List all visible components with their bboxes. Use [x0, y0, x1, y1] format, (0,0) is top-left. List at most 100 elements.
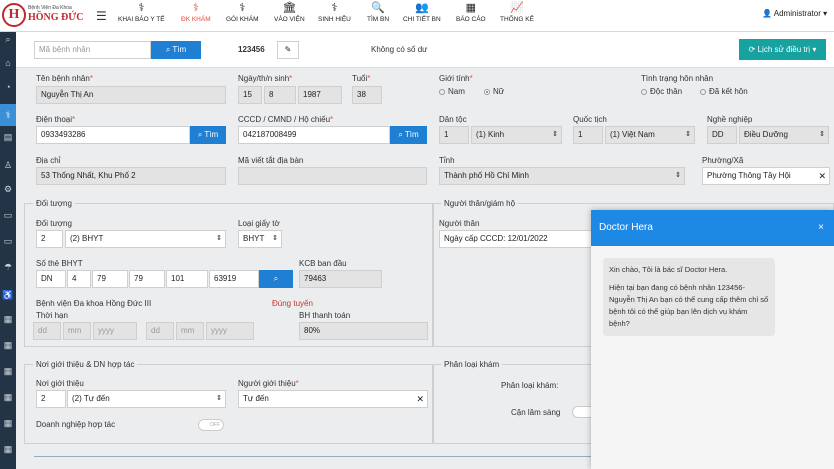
- list-icon[interactable]: ▤: [0, 132, 16, 143]
- calendar-icon[interactable]: ▦: [0, 444, 16, 455]
- calendar-icon[interactable]: ▦: [0, 366, 16, 377]
- dob-year-field[interactable]: 1987: [298, 86, 342, 104]
- card-part-4-field[interactable]: 79: [129, 270, 165, 288]
- nav-thong-ke[interactable]: 📈 THỐNG KÊ: [500, 2, 534, 30]
- card-part-3-field[interactable]: 79: [92, 270, 128, 288]
- nationality-code-field[interactable]: 1: [573, 126, 603, 144]
- province-select[interactable]: Thành phố Hồ Chí Minh ⇕: [439, 167, 685, 185]
- phone-search-button[interactable]: ⌕ Tìm: [190, 126, 226, 144]
- search-icon[interactable]: ⌕: [0, 34, 16, 45]
- valid-to-month-field[interactable]: mm: [176, 322, 204, 340]
- relative-field[interactable]: Ngày cấp CCCD: 12/01/2022: [439, 230, 599, 248]
- marital-married-radio[interactable]: Đã kết hôn: [700, 87, 748, 96]
- valid-to-day-field[interactable]: dd: [146, 322, 174, 340]
- route-status: Đúng tuyến: [272, 299, 313, 308]
- chevron-down-icon: ⇕: [685, 131, 691, 138]
- classify-section: [433, 364, 603, 444]
- calendar-icon[interactable]: ▦: [0, 418, 16, 429]
- gender-female-radio[interactable]: Nữ: [484, 87, 504, 96]
- card-icon[interactable]: ▭: [0, 236, 16, 247]
- home-icon[interactable]: ⌂: [0, 58, 16, 68]
- card-icon[interactable]: ▭: [0, 210, 16, 221]
- radio-icon: [641, 88, 647, 95]
- id-label: CCCD / CMND / Hộ chiếu*: [238, 115, 334, 124]
- calendar-icon[interactable]: ▦: [0, 314, 16, 325]
- chat-message: Hiện tại bạn đang có bệnh nhân 123456-Ng…: [609, 283, 769, 328]
- kcb-field[interactable]: 79463: [299, 270, 382, 288]
- doc-type-select[interactable]: BHYT ⇕: [238, 230, 282, 248]
- nationality-select[interactable]: (1) Việt Nam ⇕: [605, 126, 695, 144]
- card-search-button[interactable]: ⌕: [259, 270, 293, 288]
- menu-icon[interactable]: ☰: [96, 9, 107, 23]
- ward-field[interactable]: Phường Thông Tây Hội ✕: [702, 167, 830, 185]
- patient-name-field[interactable]: Nguyễn Thị An: [36, 86, 226, 104]
- user-menu[interactable]: 👤 Administrator ▾: [762, 9, 827, 18]
- validity-label: Thời hạn: [36, 311, 68, 320]
- nav-vao-vien[interactable]: 🏛 VÀO VIỆN: [274, 2, 305, 30]
- pay-rate-field[interactable]: 80%: [299, 322, 428, 340]
- age-field[interactable]: 38: [352, 86, 382, 104]
- patient-code-search-input[interactable]: Mã bệnh nhân: [34, 41, 151, 59]
- stethoscope-icon: ⚕: [138, 2, 145, 14]
- object-type-select[interactable]: (2) BHYT ⇕: [65, 230, 226, 248]
- patient-search-button[interactable]: ⌕ Tìm: [151, 41, 201, 59]
- card-part-1-field[interactable]: DN: [36, 270, 66, 288]
- id-search-button[interactable]: ⌕ Tìm: [390, 126, 427, 144]
- card-part-5-field[interactable]: 101: [166, 270, 208, 288]
- ethnic-select[interactable]: (1) Kinh ⇕: [471, 126, 562, 144]
- dob-month-field[interactable]: 8: [264, 86, 296, 104]
- user-icon: 👤: [762, 9, 772, 18]
- calendar-icon[interactable]: ▦: [0, 392, 16, 403]
- calendar-icon[interactable]: ▦: [0, 340, 16, 351]
- sidebar-item-register[interactable]: ⚕: [0, 104, 16, 126]
- referral-source-select[interactable]: (2) Tự đến ⇕: [67, 390, 226, 408]
- job-code-field[interactable]: DD: [707, 126, 737, 144]
- card-part-2-field[interactable]: 4: [67, 270, 91, 288]
- edit-icon[interactable]: ✎: [277, 41, 299, 59]
- treatment-history-button[interactable]: ⟳ Lịch sử điều trị ▾: [739, 39, 826, 60]
- close-icon[interactable]: ×: [818, 210, 824, 246]
- nav-chi-tiet-bn[interactable]: 👥 CHI TIẾT BN: [403, 2, 441, 30]
- dashboard-icon[interactable]: ◔: [0, 82, 16, 92]
- card-part-6-field[interactable]: 63919: [209, 270, 259, 288]
- referral-source-label: Nơi giới thiệu: [36, 379, 84, 388]
- marital-single-radio[interactable]: Độc thân: [641, 87, 682, 96]
- address-field[interactable]: 53 Thống Nhất, Khu Phố 2: [36, 167, 226, 185]
- id-number-field[interactable]: 042187008499: [238, 126, 390, 144]
- stethoscope-icon: ⚕: [192, 2, 199, 14]
- valid-from-day-field[interactable]: dd: [33, 322, 61, 340]
- valid-from-year-field[interactable]: yyyy: [93, 322, 137, 340]
- area-code-field[interactable]: [238, 167, 427, 185]
- search-icon: ⌕: [197, 130, 203, 139]
- nav-sinh-hieu[interactable]: ⚕ SINH HIỆU: [318, 2, 351, 30]
- gender-male-radio[interactable]: Nam: [439, 87, 465, 96]
- valid-from-month-field[interactable]: mm: [63, 322, 91, 340]
- nav-khai-bao-y-te[interactable]: ⚕ KHAI BÁO Y TẾ: [118, 2, 165, 30]
- nav-goi-kham[interactable]: ⚕ GÓI KHÁM: [226, 2, 259, 30]
- referrer-label: Người giới thiệu*: [238, 379, 299, 388]
- province-label: Tỉnh: [439, 156, 455, 165]
- settings-icon[interactable]: ⚙: [0, 184, 16, 195]
- referral-code-field[interactable]: 2: [36, 390, 66, 408]
- valid-to-year-field[interactable]: yyyy: [206, 322, 254, 340]
- nav-tim-bn[interactable]: 🔍 TÌM BN: [367, 2, 389, 30]
- doctor-icon[interactable]: ♙: [0, 160, 16, 171]
- radio-icon: [700, 88, 706, 95]
- job-select[interactable]: Điều Dưỡng ⇕: [739, 126, 829, 144]
- search-icon: ⌕: [273, 274, 279, 283]
- nav-dk-kham[interactable]: ⚕ ĐK KHÁM: [181, 2, 211, 30]
- umbrella-icon[interactable]: ☂: [0, 262, 16, 273]
- object-type-code-field[interactable]: 2: [36, 230, 63, 248]
- ethnic-code-field[interactable]: 1: [439, 126, 469, 144]
- referrer-field[interactable]: Tự đến ✕: [238, 390, 428, 408]
- gender-label: Giới tính*: [439, 74, 473, 83]
- doctor-hera-chat: Doctor Hera × Xin chào, Tôi là bác sĩ Do…: [591, 210, 834, 469]
- wheelchair-icon[interactable]: ♿: [0, 290, 16, 301]
- dob-day-field[interactable]: 15: [238, 86, 262, 104]
- nav-bao-cao[interactable]: ▦ BÁO CÁO: [456, 2, 486, 30]
- registered-hospital-text: Bệnh viện Đa khoa Hồng Đức III: [36, 299, 152, 308]
- phone-field[interactable]: 0933493286: [36, 126, 190, 144]
- chevron-down-icon: ▾: [823, 9, 828, 18]
- partner-toggle[interactable]: OFF: [198, 419, 224, 431]
- nationality-label: Quốc tịch: [573, 115, 607, 124]
